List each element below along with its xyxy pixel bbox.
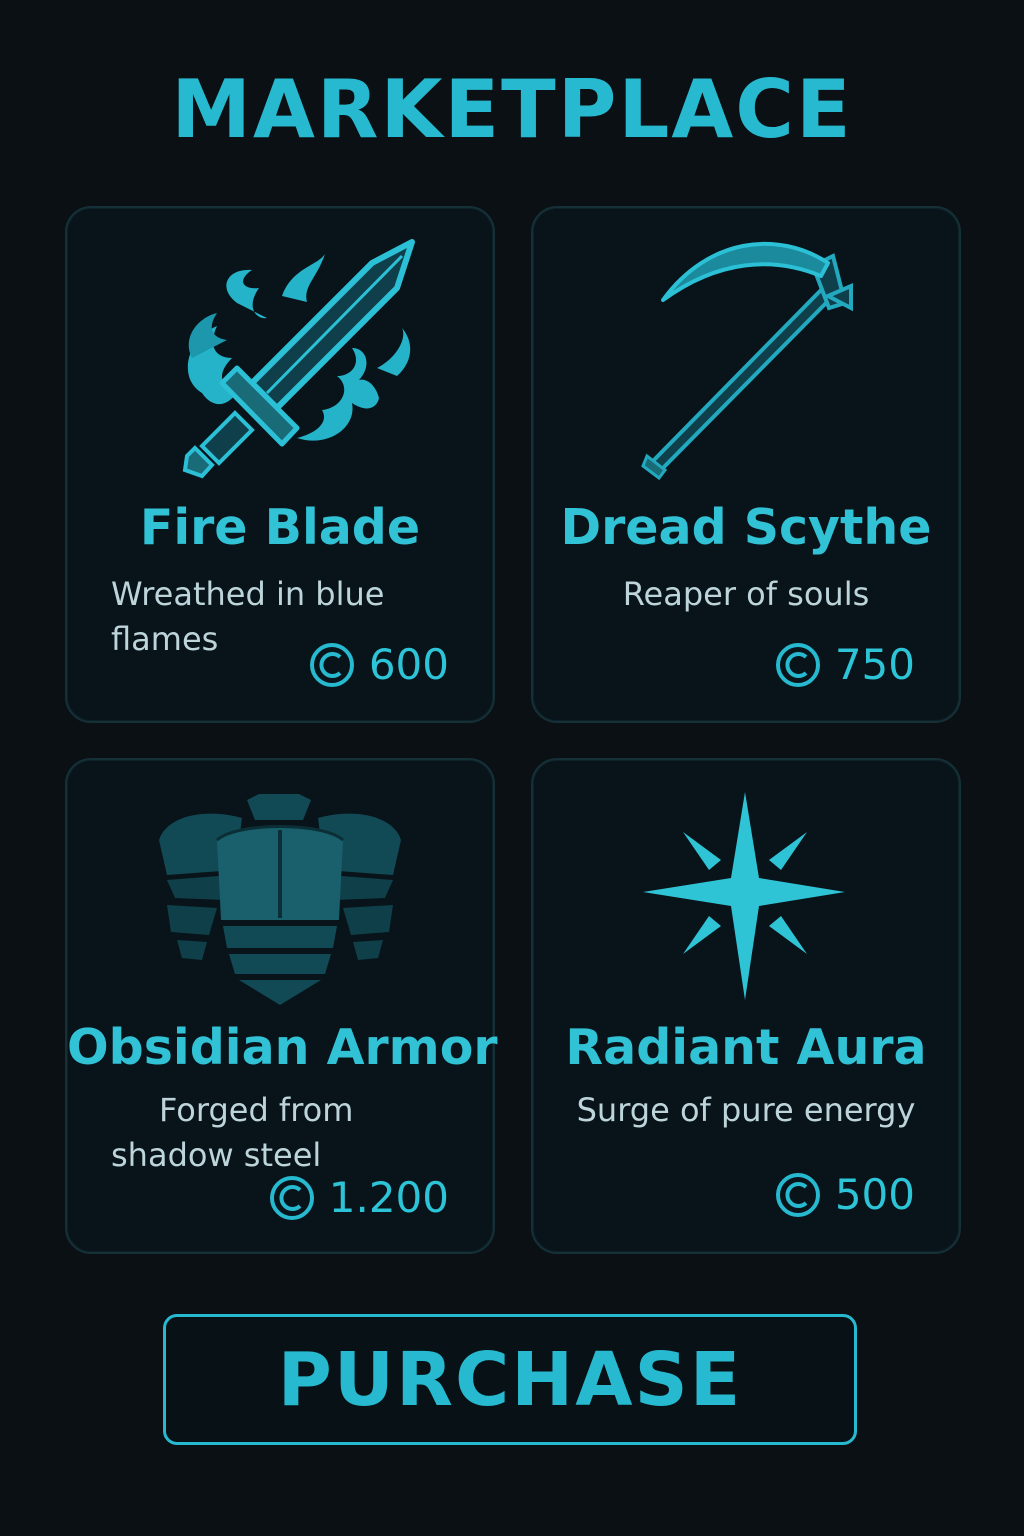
item-price-value: 750 xyxy=(834,640,915,689)
purchase-button[interactable]: PURCHASE xyxy=(163,1314,857,1445)
page-title: MARKETPLACE xyxy=(171,63,853,156)
item-card-fire-blade[interactable]: Fire Blade Wreathed in blue flames 600 xyxy=(65,206,495,723)
item-description-line-1: Wreathed in blue xyxy=(111,575,385,613)
item-card-radiant-aura[interactable]: Radiant Aura Surge of pure energy 500 xyxy=(531,758,961,1254)
coin-icon xyxy=(309,643,354,687)
item-description-line-2: shadow steel xyxy=(111,1136,322,1174)
item-price-value: 500 xyxy=(834,1170,915,1219)
item-price: 750 xyxy=(775,640,915,690)
item-description: Forged from shadow steel xyxy=(111,1088,431,1178)
item-name: Obsidian Armor xyxy=(67,1019,498,1076)
item-card-dread-scythe[interactable]: Dread Scythe Reaper of souls 750 xyxy=(531,206,961,723)
chest-armor-icon xyxy=(67,760,493,1040)
item-card-obsidian-armor[interactable]: Obsidian Armor Forged from shadow steel … xyxy=(65,758,498,1254)
item-price: 1.200 xyxy=(269,1173,449,1223)
item-name: Radiant Aura xyxy=(565,1019,927,1076)
item-price: 600 xyxy=(309,640,449,690)
item-description: Reaper of souls xyxy=(622,575,870,613)
item-price: 500 xyxy=(775,1170,915,1220)
scythe-icon xyxy=(533,208,959,488)
item-name: Dread Scythe xyxy=(560,499,932,556)
coin-icon xyxy=(775,1173,820,1217)
item-description: Surge of pure energy xyxy=(576,1091,916,1129)
coin-icon xyxy=(775,643,820,687)
coin-icon xyxy=(269,1176,314,1220)
star-sparkle-icon xyxy=(533,760,959,1040)
item-name: Fire Blade xyxy=(139,499,421,556)
item-price-value: 600 xyxy=(368,640,449,689)
flaming-sword-icon xyxy=(67,208,493,488)
item-description-line-2: flames xyxy=(111,620,219,658)
item-price-value: 1.200 xyxy=(328,1173,449,1222)
item-description-line-1: Forged from xyxy=(159,1091,354,1129)
